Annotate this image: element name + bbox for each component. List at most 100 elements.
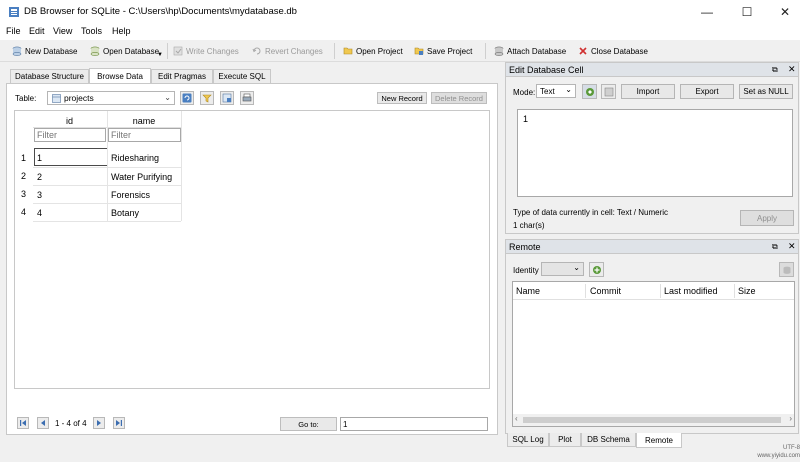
first-page-button[interactable] [17, 417, 29, 429]
menu-view[interactable]: View [53, 26, 72, 36]
close-button[interactable]: ✕ [762, 0, 800, 24]
revert-changes-label: Revert Changes [265, 46, 323, 56]
edit-cell-dock: Edit Database Cell ⧉ ✕ Mode: Text ⌄ Impo… [505, 62, 799, 234]
goto-button[interactable]: Go to: [280, 417, 337, 431]
selected-cell-outline [34, 148, 108, 166]
menu-file[interactable]: File [6, 26, 21, 36]
new-database-button[interactable]: New Database [12, 43, 77, 59]
row-number[interactable]: 2 [21, 167, 26, 185]
table-cell-id[interactable]: 2 [37, 168, 42, 186]
next-page-button[interactable] [93, 417, 105, 429]
new-database-icon [12, 46, 22, 56]
refresh-button[interactable] [180, 91, 194, 105]
table-cell-name[interactable]: Water Purifying [111, 168, 172, 186]
write-changes-button[interactable]: Write Changes [173, 43, 239, 59]
tab-remote[interactable]: Remote [636, 433, 682, 448]
goto-input[interactable] [340, 417, 488, 431]
scrollbar-thumb[interactable] [523, 417, 781, 423]
auto-format-button[interactable] [582, 84, 597, 99]
revert-changes-button[interactable]: Revert Changes [252, 43, 323, 59]
tab-execute-sql[interactable]: Execute SQL [213, 69, 271, 83]
close-icon[interactable]: ✕ [788, 64, 796, 75]
toolbar-separator [167, 43, 168, 59]
push-database-button[interactable] [779, 262, 794, 277]
remote-title: Remote [506, 240, 798, 254]
save-project-label: Save Project [427, 46, 473, 56]
tab-plot[interactable]: Plot [549, 433, 581, 447]
print-button[interactable] [240, 91, 254, 105]
tab-sql-log[interactable]: SQL Log [507, 433, 549, 447]
column-header-last-modified[interactable]: Last modified [664, 286, 718, 296]
column-header-name[interactable]: name [107, 115, 181, 127]
word-wrap-button[interactable] [601, 84, 616, 99]
undock-icon[interactable]: ⧉ [772, 65, 778, 75]
save-project-button[interactable]: Save Project [414, 43, 472, 59]
cell-size-info: 1 char(s) [513, 221, 545, 230]
column-header-commit[interactable]: Commit [590, 286, 621, 296]
table-select[interactable]: projects ⌄ [47, 91, 175, 105]
remote-tree[interactable]: Name Commit Last modified Size ‹ › [512, 281, 795, 427]
toolbar-separator [334, 43, 335, 59]
page-indicator: 1 - 4 of 4 [55, 419, 87, 428]
import-button[interactable]: Import [621, 84, 675, 99]
apply-button[interactable]: Apply [740, 210, 794, 226]
table-cell-id[interactable]: 4 [37, 204, 42, 222]
column-header-id[interactable]: id [33, 115, 106, 127]
add-identity-button[interactable] [589, 262, 604, 277]
close-database-button[interactable]: Close Database [578, 43, 648, 59]
export-button[interactable]: Export [680, 84, 734, 99]
scroll-right-icon[interactable]: › [789, 414, 792, 423]
table-cell-name[interactable]: Forensics [111, 186, 150, 204]
open-database-button[interactable]: Open Database [90, 43, 159, 59]
set-as-null-button[interactable]: Set as NULL [739, 84, 793, 99]
save-filter-button[interactable] [220, 91, 234, 105]
toolbar-separator [485, 43, 486, 59]
table-cell-id[interactable]: 1 [37, 149, 42, 167]
cell-type-info: Type of data currently in cell: Text / N… [513, 208, 669, 217]
column-divider [660, 284, 661, 298]
row-number[interactable]: 4 [21, 203, 26, 221]
delete-record-button[interactable]: Delete Record [431, 92, 487, 104]
tab-database-structure[interactable]: Database Structure [10, 69, 89, 83]
filter-clear-icon [202, 94, 212, 103]
last-page-button[interactable] [113, 417, 125, 429]
previous-page-button[interactable] [37, 417, 49, 429]
filter-input-name[interactable] [108, 128, 181, 142]
close-database-label: Close Database [591, 46, 648, 56]
row-number[interactable]: 1 [21, 149, 26, 167]
clear-filters-button[interactable] [200, 91, 214, 105]
undock-icon[interactable]: ⧉ [772, 242, 778, 252]
open-database-icon [90, 46, 100, 56]
attach-database-button[interactable]: Attach Database [494, 43, 566, 59]
horizontal-scrollbar[interactable]: ‹ › [513, 414, 794, 426]
chevron-down-icon: ⌄ [164, 93, 171, 102]
filter-input-id[interactable] [34, 128, 106, 142]
table-cell-name[interactable]: Botany [111, 204, 139, 222]
mode-select[interactable]: Text ⌄ [536, 84, 576, 98]
auto-format-icon [585, 87, 594, 96]
mode-label: Mode: [513, 88, 536, 97]
tab-edit-pragmas[interactable]: Edit Pragmas [151, 69, 213, 83]
table-label: Table: [15, 94, 37, 103]
first-page-icon [20, 420, 26, 426]
write-changes-icon [173, 46, 183, 56]
column-header-name[interactable]: Name [516, 286, 540, 296]
tab-browse-data[interactable]: Browse Data [89, 68, 151, 83]
table-select-value: projects [64, 93, 94, 103]
menu-edit[interactable]: Edit [29, 26, 45, 36]
row-number[interactable]: 3 [21, 185, 26, 203]
scroll-left-icon[interactable]: ‹ [515, 414, 518, 423]
chevron-down-icon[interactable]: ▼ [157, 52, 163, 58]
close-icon[interactable]: ✕ [788, 241, 796, 252]
cell-editor[interactable]: 1 [517, 109, 793, 197]
column-header-size[interactable]: Size [738, 286, 756, 296]
new-record-button[interactable]: New Record [377, 92, 427, 104]
menu-help[interactable]: Help [112, 26, 131, 36]
identity-select[interactable]: ⌄ [541, 262, 584, 276]
table-cell-name[interactable]: Ridesharing [111, 149, 159, 167]
menu-tools[interactable]: Tools [81, 26, 102, 36]
tab-db-schema[interactable]: DB Schema [581, 433, 636, 447]
save-filter-icon [222, 93, 232, 103]
open-project-button[interactable]: Open Project [343, 43, 403, 59]
table-cell-id[interactable]: 3 [37, 186, 42, 204]
